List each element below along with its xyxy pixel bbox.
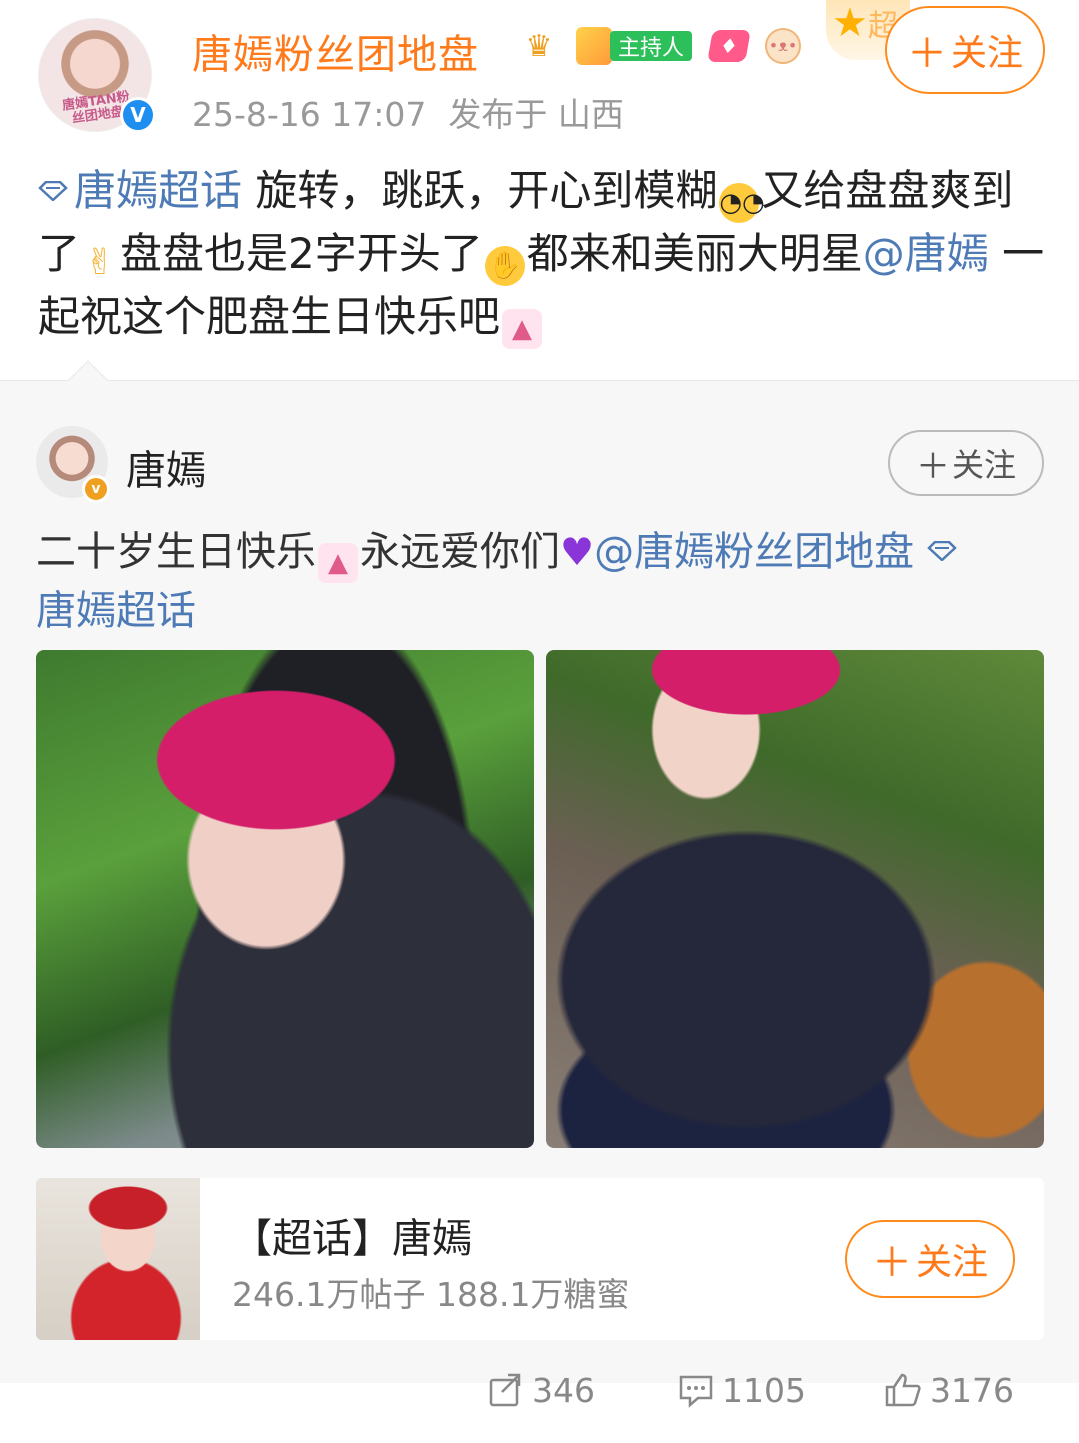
mention-link[interactable]: @唐嫣粉丝团地盘 (594, 529, 914, 575)
topic-title: 【超话】唐嫣 (232, 1216, 472, 1262)
pig-badge-icon[interactable]: •ᴥ• (762, 26, 804, 66)
post-time: 25-8-16 17:07 (192, 95, 427, 134)
comment-count: 1105 (722, 1370, 806, 1410)
text-seg-3: 盘盘也是2字开头了 (120, 229, 483, 278)
follow-button[interactable]: ＋ 关注 (885, 6, 1045, 94)
diamond-topic-icon (38, 181, 68, 201)
orig-seg-1: 二十岁生日快乐 (36, 529, 316, 575)
plus-icon: ＋ (915, 446, 950, 487)
repost-card[interactable]: v 唐嫣 ＋ 关注 二十岁生日快乐 ▲ 永远爱你们♥@唐嫣粉丝团地盘 唐嫣超话 【超… (0, 360, 1079, 1383)
diamond-topic-icon (926, 541, 957, 561)
like-button[interactable]: 3176 (884, 1366, 1014, 1414)
post-location: 发布于 山西 (448, 95, 624, 134)
mention-link[interactable]: @唐嫣 (863, 229, 989, 278)
text-seg-1: 旋转，跳跃，开心到模糊 (242, 166, 718, 215)
divider (0, 380, 1079, 381)
like-icon (885, 1373, 921, 1407)
photo-2[interactable] (546, 650, 1044, 1148)
gem-badge-icon[interactable]: ♦ (706, 26, 752, 66)
follow-label: 关注 (951, 446, 1016, 484)
post-text: 唐嫣超话 旋转，跳跃，开心到模糊◔◔又给盘盘爽到了 ✌ 盘盘也是2字开头了 ✋ 都来和美… (38, 160, 1048, 349)
repost-button[interactable]: 346 (488, 1366, 595, 1414)
orig-seg-2: 永远爱你们 (360, 529, 560, 575)
follow-original-button[interactable]: ＋ 关注 (888, 430, 1044, 496)
follow-label: 关注 (915, 1242, 988, 1283)
text-seg-4: 都来和美丽大明星 (526, 229, 863, 278)
repost-icon (489, 1373, 521, 1407)
topic-label: 唐嫣超话 (74, 166, 243, 215)
host-avatar-icon (575, 27, 612, 65)
post-meta: 25-8-16 17:07 发布于 山西 (192, 88, 624, 136)
topic-label: 唐嫣超话 (36, 588, 196, 634)
plus-icon: ＋ (906, 31, 947, 77)
verified-icon: v (82, 475, 110, 503)
cake-emoji: ▲ (502, 309, 543, 349)
topic-stats: 246.1万帖子 188.1万糖蜜 (232, 1275, 630, 1314)
like-count: 3176 (930, 1370, 1014, 1410)
plus-icon: ＋ (871, 1240, 912, 1286)
host-badge-label: 主持人 (609, 31, 692, 61)
post-header: 唐嫣TAN粉丝团地盘 V 唐嫣粉丝团地盘 ♛ 主持人 ♦ •ᴥ• ★超 25-8… (0, 0, 1079, 150)
victory-emoji: ✌ (84, 242, 116, 283)
topic-link[interactable]: 唐嫣超话 (38, 166, 242, 215)
peek-emoji: ✋ (484, 246, 525, 286)
topic-thumbnail (36, 1178, 200, 1340)
host-badge-icon[interactable]: 主持人 (575, 26, 693, 66)
purple-heart-emoji: ♥ (560, 530, 595, 574)
photo-1[interactable] (36, 650, 534, 1148)
action-bar: 346 1105 3176 (0, 1366, 1079, 1416)
comment-icon (679, 1375, 713, 1408)
repost-count: 346 (532, 1370, 595, 1410)
comment-button[interactable]: 1105 (678, 1366, 806, 1414)
follow-topic-button[interactable]: ＋ 关注 (845, 1220, 1015, 1298)
repost-notch (68, 360, 108, 400)
author-name[interactable]: 唐嫣粉丝团地盘 (192, 22, 479, 80)
nerd-emoji: ◔◔ (719, 183, 765, 223)
original-author-name[interactable]: 唐嫣 (126, 438, 206, 496)
follow-label: 关注 (950, 33, 1023, 74)
cake-emoji: ▲ (318, 543, 358, 583)
verified-icon: V (120, 97, 156, 133)
topic-card[interactable]: 【超话】唐嫣 246.1万帖子 188.1万糖蜜 ＋ 关注 (36, 1178, 1044, 1340)
crown-icon[interactable]: ♛ (518, 26, 560, 66)
original-text: 二十岁生日快乐 ▲ 永远爱你们♥@唐嫣粉丝团地盘 唐嫣超话 (36, 524, 1046, 639)
